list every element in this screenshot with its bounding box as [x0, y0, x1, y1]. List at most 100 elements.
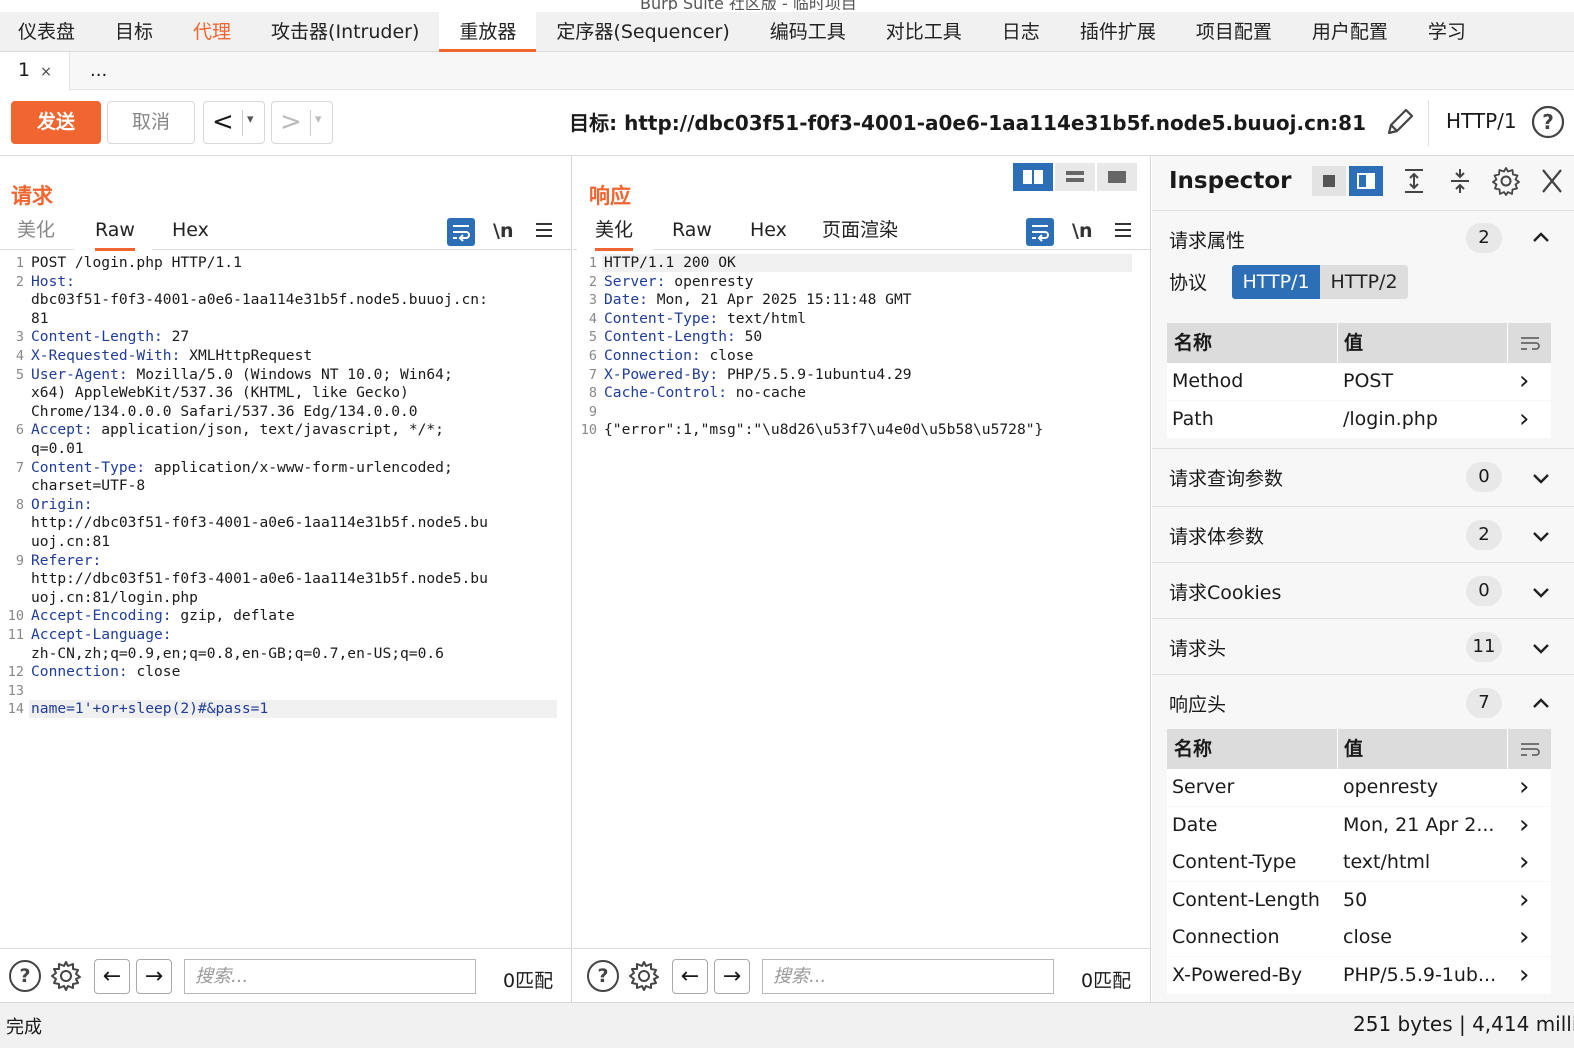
chevron-right-icon[interactable]: › [1519, 769, 1539, 806]
menu-item[interactable]: 日志 [1002, 12, 1060, 52]
layout-narrow-icon[interactable] [1312, 166, 1346, 196]
section-label[interactable]: 响应头 [1169, 690, 1226, 717]
code-line: Connection: close [604, 347, 753, 366]
menu-item[interactable]: 重放器 [439, 11, 537, 52]
row-value: /login.php [1343, 407, 1438, 430]
tab-pretty[interactable]: 美化 [17, 218, 55, 242]
layout-tabs-button[interactable] [1097, 163, 1137, 191]
search-next-button[interactable]: → [714, 959, 750, 994]
word-wrap-icon[interactable] [447, 218, 475, 246]
header-key: Cache-Control: [604, 384, 728, 402]
table-row[interactable]: Path/login.php › [1167, 400, 1551, 438]
request-headers-section[interactable]: 请求头 11 [1152, 618, 1574, 674]
chevron-up-icon[interactable] [1532, 231, 1550, 243]
table-row[interactable]: Method POST › [1167, 363, 1551, 400]
search-previous-button[interactable]: ← [672, 959, 708, 994]
chevron-down-icon[interactable] [1532, 587, 1550, 599]
previous-request-button[interactable]: < ▾ [203, 101, 265, 144]
send-button[interactable]: 发送 [11, 101, 101, 144]
table-row[interactable]: Date Mon, 21 Apr 2... › [1167, 806, 1551, 844]
collapse-all-icon[interactable] [1443, 166, 1477, 196]
tab-raw[interactable]: Raw [672, 218, 712, 242]
http-version-label[interactable]: HTTP/1 [1446, 109, 1517, 133]
table-row[interactable]: Content-Type text/html › [1167, 844, 1551, 881]
protocol-toggle[interactable]: HTTP/1 HTTP/2 [1232, 265, 1408, 299]
window-title: Burp Suite 社区版 - 临时项目 [640, 0, 857, 10]
menu-item[interactable]: 对比工具 [886, 12, 982, 52]
chevron-right-icon[interactable]: › [1519, 957, 1539, 994]
menu-item[interactable]: 仪表盘 [18, 12, 95, 52]
menu-item[interactable]: 代理 [193, 12, 251, 52]
layout-toggle[interactable] [1013, 163, 1137, 191]
section-label[interactable]: 请求属性 [1169, 226, 1245, 253]
chevron-down-icon[interactable] [1532, 473, 1550, 485]
wrap-icon[interactable] [1519, 741, 1541, 757]
help-icon[interactable]: ? [9, 960, 41, 992]
query-params-section[interactable]: 请求查询参数 0 [1152, 448, 1574, 504]
layout-wide-icon[interactable] [1349, 166, 1383, 196]
menu-icon[interactable] [536, 223, 552, 237]
chevron-down-icon[interactable] [1532, 531, 1550, 543]
code-line: http://dbc03f51-f0f3-4001-a0e6-1aa114e31… [31, 570, 488, 589]
expand-all-icon[interactable] [1397, 166, 1431, 196]
request-search-input[interactable]: 搜索... [184, 959, 476, 994]
protocol-http1-option[interactable]: HTTP/1 [1232, 265, 1320, 299]
menu-item[interactable]: 用户配置 [1312, 12, 1408, 52]
tab-pretty[interactable]: 美化 [595, 218, 634, 251]
cookies-section[interactable]: 请求Cookies 0 [1152, 562, 1574, 618]
chevron-down-icon[interactable] [1532, 643, 1550, 655]
close-icon[interactable]: × [40, 64, 52, 80]
chevron-right-icon[interactable]: › [1519, 882, 1539, 919]
word-wrap-icon[interactable] [1026, 218, 1054, 246]
gear-icon[interactable] [1489, 166, 1523, 196]
chevron-right-icon[interactable]: › [1519, 919, 1539, 956]
line-text: PHP/5.5.9-1ubuntu4.29 [718, 365, 912, 383]
help-icon[interactable]: ? [587, 960, 619, 992]
menu-item[interactable]: 插件扩展 [1080, 12, 1176, 52]
chevron-right-icon[interactable]: › [1519, 844, 1539, 881]
menu-icon[interactable] [1115, 223, 1131, 237]
gear-icon[interactable] [50, 960, 82, 992]
search-previous-button[interactable]: ← [94, 959, 130, 994]
help-icon[interactable]: ? [1531, 105, 1565, 139]
menu-item[interactable]: 定序器(Sequencer) [556, 12, 749, 52]
chevron-right-icon[interactable]: › [1519, 363, 1539, 400]
protocol-http2-option[interactable]: HTTP/2 [1320, 265, 1408, 299]
cancel-button[interactable]: 取消 [107, 101, 195, 144]
tab-1[interactable]: 1 × [0, 52, 70, 90]
layout-stacked-button[interactable] [1055, 163, 1095, 191]
menu-item[interactable]: 目标 [115, 12, 173, 52]
chevron-right-icon[interactable]: › [1519, 401, 1539, 438]
menu-item[interactable]: 项目配置 [1196, 12, 1292, 52]
tab-raw[interactable]: Raw [95, 218, 135, 251]
close-icon[interactable] [1535, 166, 1569, 196]
search-next-button[interactable]: → [136, 959, 172, 994]
code-line: uoj.cn:81 [31, 533, 110, 552]
newline-toggle-icon[interactable]: \n [1072, 220, 1092, 242]
menu-item[interactable]: 攻击器(Intruder) [271, 12, 439, 52]
response-search-input[interactable]: 搜索... [762, 959, 1054, 994]
table-row[interactable]: Server openresty › [1167, 769, 1551, 806]
dropdown-icon[interactable]: ▾ [315, 112, 322, 127]
menu-item[interactable]: 学习 [1428, 12, 1486, 52]
pencil-icon[interactable] [1383, 105, 1417, 139]
gear-icon[interactable] [628, 960, 660, 992]
dropdown-icon[interactable]: ▾ [247, 112, 254, 127]
body-params-section[interactable]: 请求体参数 2 [1152, 506, 1574, 562]
chevron-up-icon[interactable] [1532, 697, 1550, 709]
tab-render[interactable]: 页面渲染 [822, 218, 898, 242]
tab-more[interactable]: ... [90, 52, 107, 90]
table-row[interactable]: X-Powered-By PHP/5.5.9-1ub... › [1167, 956, 1551, 994]
tab-hex[interactable]: Hex [172, 218, 209, 242]
header-key: Referer: [31, 551, 102, 569]
newline-toggle-icon[interactable]: \n [493, 220, 513, 242]
chevron-right-icon[interactable]: › [1519, 807, 1539, 844]
next-request-button[interactable]: > ▾ [271, 101, 333, 144]
table-row[interactable]: Content-Length 50 › [1167, 881, 1551, 919]
layout-side-by-side-button[interactable] [1013, 163, 1053, 191]
menu-item[interactable]: 编码工具 [770, 12, 866, 52]
tab-hex[interactable]: Hex [750, 218, 787, 242]
wrap-icon[interactable] [1519, 335, 1541, 351]
header-key: Server: [604, 272, 666, 290]
table-row[interactable]: Connection close › [1167, 919, 1551, 956]
